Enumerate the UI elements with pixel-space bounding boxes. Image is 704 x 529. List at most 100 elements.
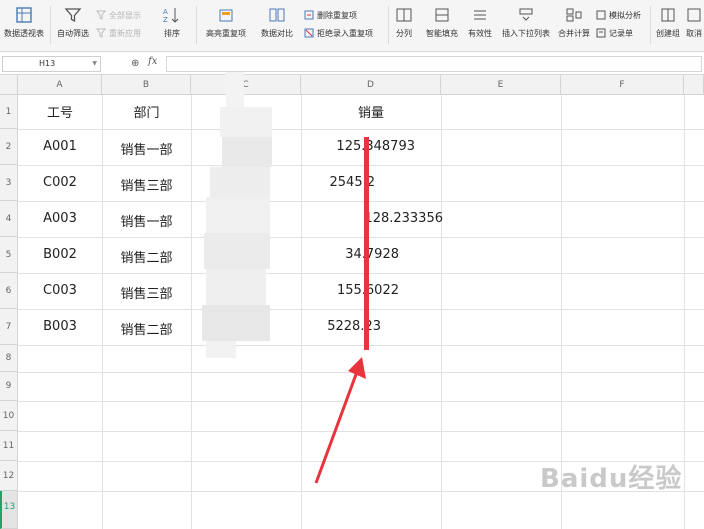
table-cell-id[interactable]: B003 bbox=[18, 319, 102, 334]
highlight-duplicates-button[interactable]: 高亮重复项 bbox=[200, 6, 252, 46]
reject-duplicates-button[interactable]: 拒绝录入重复项 bbox=[304, 26, 373, 40]
name-box[interactable]: H13 ▼ bbox=[2, 56, 101, 72]
table-cell-id[interactable]: A003 bbox=[18, 211, 102, 226]
row-header[interactable]: 9 bbox=[0, 372, 18, 401]
validity-icon bbox=[474, 10, 486, 20]
filter-small-icon bbox=[96, 10, 106, 20]
create-group-button[interactable]: 创建组 bbox=[654, 6, 682, 46]
row-header[interactable]: 2 bbox=[0, 129, 18, 165]
insert-dropdown-label: 插入下拉列表 bbox=[502, 29, 550, 38]
table-cell-sales[interactable]: 34.7928 bbox=[301, 247, 399, 262]
column-header-e[interactable]: E bbox=[441, 75, 561, 95]
table-cell-sales[interactable]: 155.6022 bbox=[301, 283, 399, 298]
column-header-g[interactable] bbox=[684, 75, 704, 95]
table-cell-sales[interactable]: 128.233356 bbox=[301, 211, 443, 226]
cell-reference: H13 bbox=[39, 59, 56, 68]
watermark-logo: Baidu经验 bbox=[540, 464, 683, 494]
split-icon bbox=[396, 8, 412, 22]
row-header[interactable]: 6 bbox=[0, 273, 18, 309]
remove-duplicates-button[interactable]: 删除重复项 bbox=[304, 8, 357, 22]
row-header[interactable]: 5 bbox=[0, 237, 18, 273]
svg-text:Z: Z bbox=[163, 16, 168, 24]
sort-icon: AZ bbox=[163, 8, 179, 24]
ungroup-button[interactable]: 取消 bbox=[684, 6, 704, 46]
pivot-table-icon bbox=[16, 7, 32, 23]
header-cell-id[interactable]: 工号 bbox=[18, 102, 102, 121]
column-header-f[interactable]: F bbox=[561, 75, 684, 95]
data-compare-button[interactable]: 数据对比 bbox=[256, 6, 298, 46]
header-cell-sales[interactable]: 销量 bbox=[301, 102, 441, 121]
data-compare-label: 数据对比 bbox=[261, 29, 293, 38]
table-cell-id[interactable]: B002 bbox=[18, 247, 102, 262]
simulate-icon bbox=[596, 10, 606, 20]
smart-fill-label: 智能填充 bbox=[426, 29, 458, 38]
fx-icon[interactable]: fx bbox=[148, 56, 157, 67]
column-header-b[interactable]: B bbox=[102, 75, 191, 95]
row-header[interactable]: 8 bbox=[0, 345, 18, 372]
highlight-duplicates-icon bbox=[219, 9, 233, 22]
remove-duplicates-label: 删除重复项 bbox=[317, 10, 357, 20]
chevron-down-icon[interactable]: ▼ bbox=[92, 57, 97, 71]
simulate-button[interactable]: 模拟分析 bbox=[596, 8, 641, 22]
record-sheet-label: 记录单 bbox=[609, 28, 633, 38]
formula-input[interactable] bbox=[166, 56, 702, 72]
column-header-d[interactable]: D bbox=[301, 75, 441, 95]
reapply-label: 重新应用 bbox=[109, 28, 141, 38]
auto-filter-button[interactable]: 自动筛选 bbox=[54, 6, 92, 46]
create-group-label: 创建组 bbox=[656, 29, 680, 38]
sort-label: 排序 bbox=[164, 29, 180, 38]
consolidate-label: 合并计算 bbox=[558, 29, 590, 38]
split-button[interactable]: 分列 bbox=[390, 6, 418, 46]
create-group-icon bbox=[661, 8, 675, 22]
show-all-label: 全部显示 bbox=[109, 10, 141, 20]
table-cell-dept[interactable]: 销售二部 bbox=[102, 319, 191, 338]
filter-icon bbox=[64, 8, 82, 23]
column-header-a[interactable]: A bbox=[18, 75, 102, 95]
sort-button[interactable]: AZ 排序 bbox=[152, 6, 192, 46]
validity-label: 有效性 bbox=[468, 29, 492, 38]
header-cell-dept[interactable]: 部门 bbox=[102, 102, 191, 121]
zoom-icon[interactable]: ⊕ bbox=[131, 58, 139, 69]
row-header[interactable]: 12 bbox=[0, 461, 18, 491]
table-cell-dept[interactable]: 销售二部 bbox=[102, 247, 191, 266]
table-cell-dept[interactable]: 销售一部 bbox=[102, 211, 191, 230]
remove-duplicates-icon bbox=[304, 10, 314, 20]
table-cell-dept[interactable]: 销售三部 bbox=[102, 283, 191, 302]
dropdown-list-icon bbox=[519, 8, 533, 21]
highlight-duplicates-label: 高亮重复项 bbox=[206, 29, 246, 38]
table-cell-sales[interactable]: 5228.23 bbox=[301, 319, 381, 334]
record-sheet-icon bbox=[596, 28, 606, 38]
record-sheet-button[interactable]: 记录单 bbox=[596, 26, 633, 40]
reject-duplicates-icon bbox=[304, 28, 314, 38]
validity-button[interactable]: 有效性 bbox=[462, 6, 498, 46]
consolidate-icon bbox=[566, 8, 582, 22]
pivot-table-label: 数据透视表 bbox=[4, 29, 44, 38]
smart-fill-button[interactable]: 智能填充 bbox=[422, 6, 462, 46]
blurred-region bbox=[200, 72, 278, 358]
row-header[interactable]: 7 bbox=[0, 309, 18, 345]
row-header[interactable]: 10 bbox=[0, 401, 18, 431]
red-highlight-line bbox=[364, 137, 369, 350]
row-header[interactable]: 4 bbox=[0, 201, 18, 237]
row-header-active[interactable]: 13 bbox=[0, 491, 18, 529]
formula-bar: H13 ▼ ⊕ fx bbox=[0, 53, 704, 75]
pivot-table-button[interactable]: 数据透视表 bbox=[2, 6, 46, 46]
table-cell-sales[interactable]: 125.348793 bbox=[301, 139, 415, 154]
ribbon-toolbar: 数据透视表 自动筛选 全部显示 重新应用 AZ 排序 高亮重复项 数据对比 删除… bbox=[0, 0, 704, 52]
table-cell-id[interactable]: A001 bbox=[18, 139, 102, 154]
consolidate-button[interactable]: 合并计算 bbox=[556, 6, 592, 46]
show-all-button[interactable]: 全部显示 bbox=[96, 8, 141, 22]
ungroup-label: 取消 bbox=[686, 29, 702, 38]
insert-dropdown-button[interactable]: 插入下拉列表 bbox=[500, 6, 552, 46]
reapply-button[interactable]: 重新应用 bbox=[96, 26, 141, 40]
row-header[interactable]: 11 bbox=[0, 431, 18, 461]
row-header[interactable]: 3 bbox=[0, 165, 18, 201]
table-cell-dept[interactable]: 销售三部 bbox=[102, 175, 191, 194]
select-all-corner[interactable] bbox=[0, 75, 18, 95]
table-cell-id[interactable]: C002 bbox=[18, 175, 102, 190]
smart-fill-icon bbox=[435, 8, 449, 22]
row-header[interactable]: 1 bbox=[0, 95, 18, 129]
table-cell-dept[interactable]: 销售一部 bbox=[102, 139, 191, 158]
table-cell-id[interactable]: C003 bbox=[18, 283, 102, 298]
ungroup-icon bbox=[687, 8, 701, 22]
